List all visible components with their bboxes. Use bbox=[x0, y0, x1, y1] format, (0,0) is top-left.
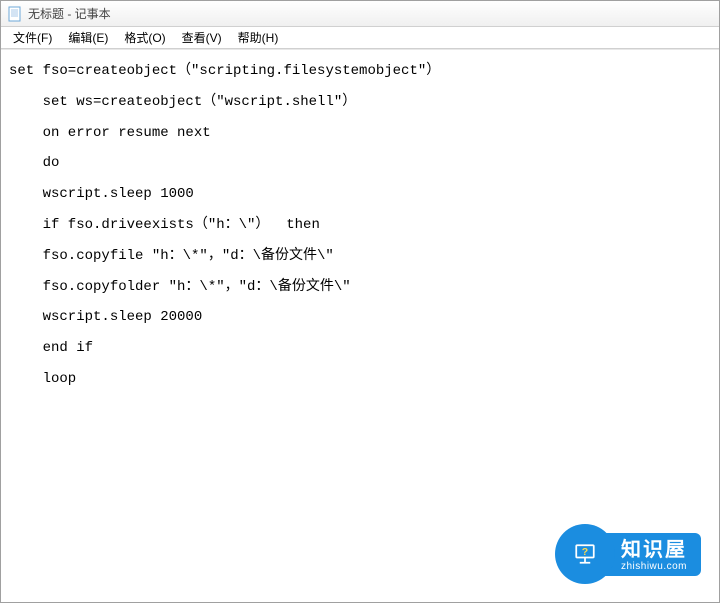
watermark-title: 知识屋 bbox=[621, 539, 687, 561]
notepad-icon bbox=[7, 6, 23, 22]
window-title: 无标题 - 记事本 bbox=[28, 5, 111, 22]
svg-text:?: ? bbox=[582, 546, 588, 558]
menu-format[interactable]: 格式(O) bbox=[116, 27, 173, 48]
menubar: 文件(F) 编辑(E) 格式(O) 查看(V) 帮助(H) bbox=[1, 27, 719, 49]
menu-file[interactable]: 文件(F) bbox=[5, 27, 60, 48]
menu-help[interactable]: 帮助(H) bbox=[230, 27, 287, 48]
watermark-label: 知识屋 zhishiwu.com bbox=[603, 533, 701, 576]
text-editor[interactable]: set fso=createobject（"scripting.filesyst… bbox=[1, 49, 719, 602]
menu-edit[interactable]: 编辑(E) bbox=[60, 27, 116, 48]
watermark-subtitle: zhishiwu.com bbox=[621, 561, 687, 572]
menu-view[interactable]: 查看(V) bbox=[174, 27, 230, 48]
watermark-icon: ? bbox=[555, 524, 615, 584]
watermark: ? 知识屋 zhishiwu.com bbox=[555, 524, 701, 584]
titlebar: 无标题 - 记事本 bbox=[1, 1, 719, 27]
